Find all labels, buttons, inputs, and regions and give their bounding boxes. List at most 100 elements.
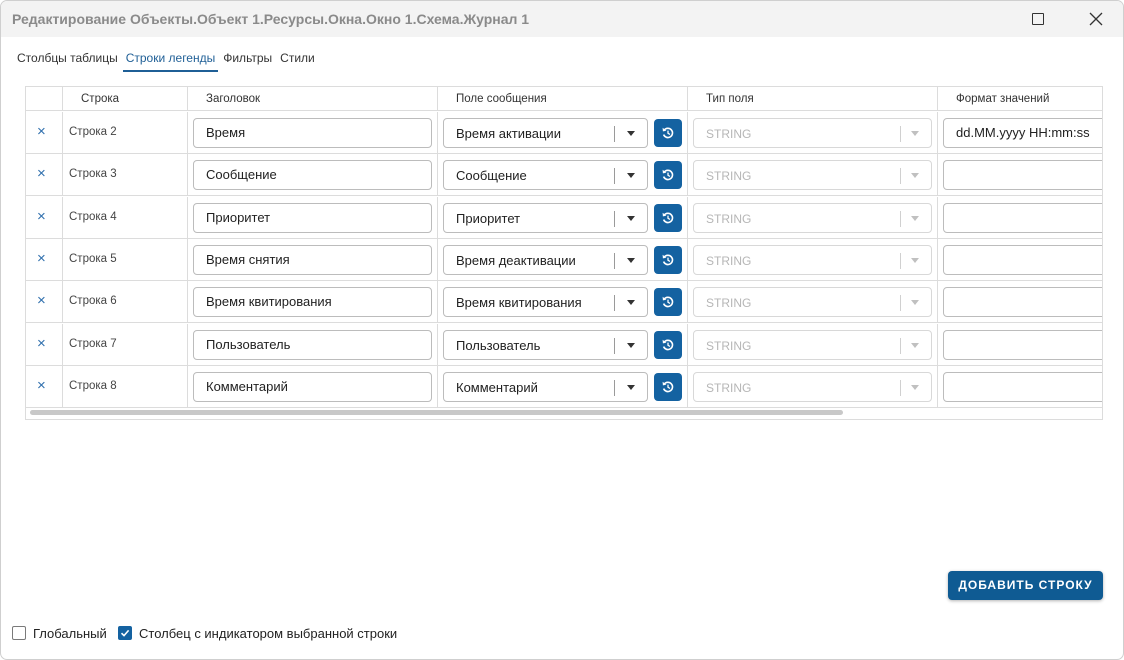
value-format-input[interactable] [943,329,1102,360]
tab-filters[interactable]: Фильтры [223,52,272,72]
select-separator [900,210,901,227]
table-row: × Строка 5 Время снятия Время деактиваци… [26,238,1102,281]
value-format-cell: dd.MM.yyyy HH:mm:ss [938,112,1102,154]
maximize-button[interactable] [1015,1,1061,37]
message-field-select[interactable]: Комментарий [443,371,648,402]
tab-bar: Столбцы таблицы Строки легенды Фильтры С… [17,52,323,72]
dropdown-arrow-icon[interactable] [627,215,635,221]
value-format-input[interactable]: dd.MM.yyyy HH:mm:ss [943,118,1102,148]
field-type-select: STRING [693,244,932,275]
delete-row-icon[interactable]: × [37,251,46,266]
row-name: Строка 7 [69,337,117,350]
row-name: Строка 8 [69,379,117,392]
select-separator [900,126,901,142]
dropdown-arrow-icon[interactable] [627,342,635,348]
field-type-cell: STRING [688,281,938,324]
field-type-select: STRING [693,160,932,191]
field-type-select: STRING [693,118,932,148]
title-input[interactable]: Пользователь [193,329,432,360]
field-type-cell: STRING [688,365,938,408]
title-input[interactable]: Время снятия [193,244,432,275]
title-input[interactable]: Комментарий [193,371,432,402]
title-cell: Приоритет [188,196,438,239]
header-title: Заголовок [188,87,438,111]
selected-row-indicator-checkbox[interactable]: Столбец с индикатором выбранной строки [118,624,397,642]
reset-icon [662,254,674,266]
select-separator [614,252,615,269]
dropdown-arrow-icon [911,342,919,348]
horizontal-scrollbar[interactable] [30,410,843,415]
edit-dialog: Редактирование Объекты.Объект 1.Ресурсы.… [0,0,1124,660]
field-type-value: STRING [706,253,752,268]
reset-field-button[interactable] [654,119,682,147]
table-header: Строка Заголовок Поле сообщения Тип поля… [26,87,1102,111]
select-separator [900,337,901,354]
title-input[interactable]: Сообщение [193,160,432,191]
message-field-select[interactable]: Время квитирования [443,287,648,318]
select-separator [900,252,901,269]
add-row-button[interactable]: ДОБАВИТЬ СТРОКУ [948,571,1103,600]
delete-row-icon[interactable]: × [37,209,46,224]
tab-table-columns[interactable]: Столбцы таблицы [17,52,118,72]
reset-field-button[interactable] [654,330,682,359]
delete-row-icon[interactable]: × [37,378,46,393]
field-type-cell: STRING [688,154,938,197]
message-field-value: Комментарий [456,379,538,395]
message-field-select[interactable]: Сообщение [443,160,648,191]
value-format-cell [938,324,1102,366]
message-field-select[interactable]: Время активации [443,118,648,148]
delete-row-icon[interactable]: × [37,124,46,139]
message-field-cell: Время активации [438,112,688,154]
delete-row-icon[interactable]: × [37,336,46,351]
dropdown-arrow-icon [911,131,919,136]
reset-field-button[interactable] [654,203,682,232]
value-format-input[interactable] [943,202,1102,233]
message-field-select[interactable]: Пользователь [443,329,648,360]
dropdown-arrow-icon[interactable] [627,257,635,263]
field-type-value: STRING [706,211,752,226]
row-name-cell: Строка 3 [63,154,188,197]
indicator-checkbox-box[interactable] [118,626,132,640]
value-format-cell [938,366,1102,408]
global-checkbox[interactable]: Глобальный [12,624,107,642]
dropdown-arrow-icon[interactable] [627,300,635,306]
table-row: × Строка 8 Комментарий Комментарий STRIN… [26,365,1102,408]
value-format-input[interactable] [943,160,1102,191]
dropdown-arrow-icon [911,384,919,390]
message-field-value: Приоритет [456,210,521,226]
global-checkbox-box[interactable] [12,626,26,640]
tab-legend-rows[interactable]: Строки легенды [122,52,218,72]
message-field-select[interactable]: Время деактивации [443,244,648,275]
message-field-select[interactable]: Приоритет [443,202,648,233]
value-format-input[interactable] [943,287,1102,318]
value-format-input[interactable] [943,371,1102,402]
checkmark-icon [120,629,130,637]
title-input[interactable]: Приоритет [193,202,432,233]
reset-field-button[interactable] [654,288,682,317]
select-separator [900,295,901,312]
row-name-cell: Строка 6 [63,281,188,324]
delete-row-icon[interactable]: × [37,166,46,181]
row-name: Строка 3 [69,168,117,181]
reset-icon [662,212,674,223]
dropdown-arrow-icon[interactable] [627,173,635,179]
dropdown-arrow-icon [911,215,919,221]
title-input[interactable]: Время [193,118,432,148]
dropdown-arrow-icon [911,300,919,306]
message-field-value: Время активации [456,126,561,141]
delete-row-icon[interactable]: × [37,293,46,308]
close-button[interactable] [1073,1,1119,37]
dropdown-arrow-icon[interactable] [627,384,635,390]
dropdown-arrow-icon[interactable] [627,131,635,136]
reset-field-button[interactable] [654,372,682,401]
title-input[interactable]: Время квитирования [193,287,432,318]
maximize-icon [1032,13,1044,25]
value-format-input[interactable] [943,244,1102,275]
field-type-select: STRING [693,371,932,402]
title-cell: Время квитирования [188,281,438,324]
reset-field-button[interactable] [654,161,682,190]
select-separator [614,126,615,142]
reset-field-button[interactable] [654,245,682,274]
tab-styles[interactable]: Стили [280,52,315,72]
row-actions-cell: × [26,154,63,197]
